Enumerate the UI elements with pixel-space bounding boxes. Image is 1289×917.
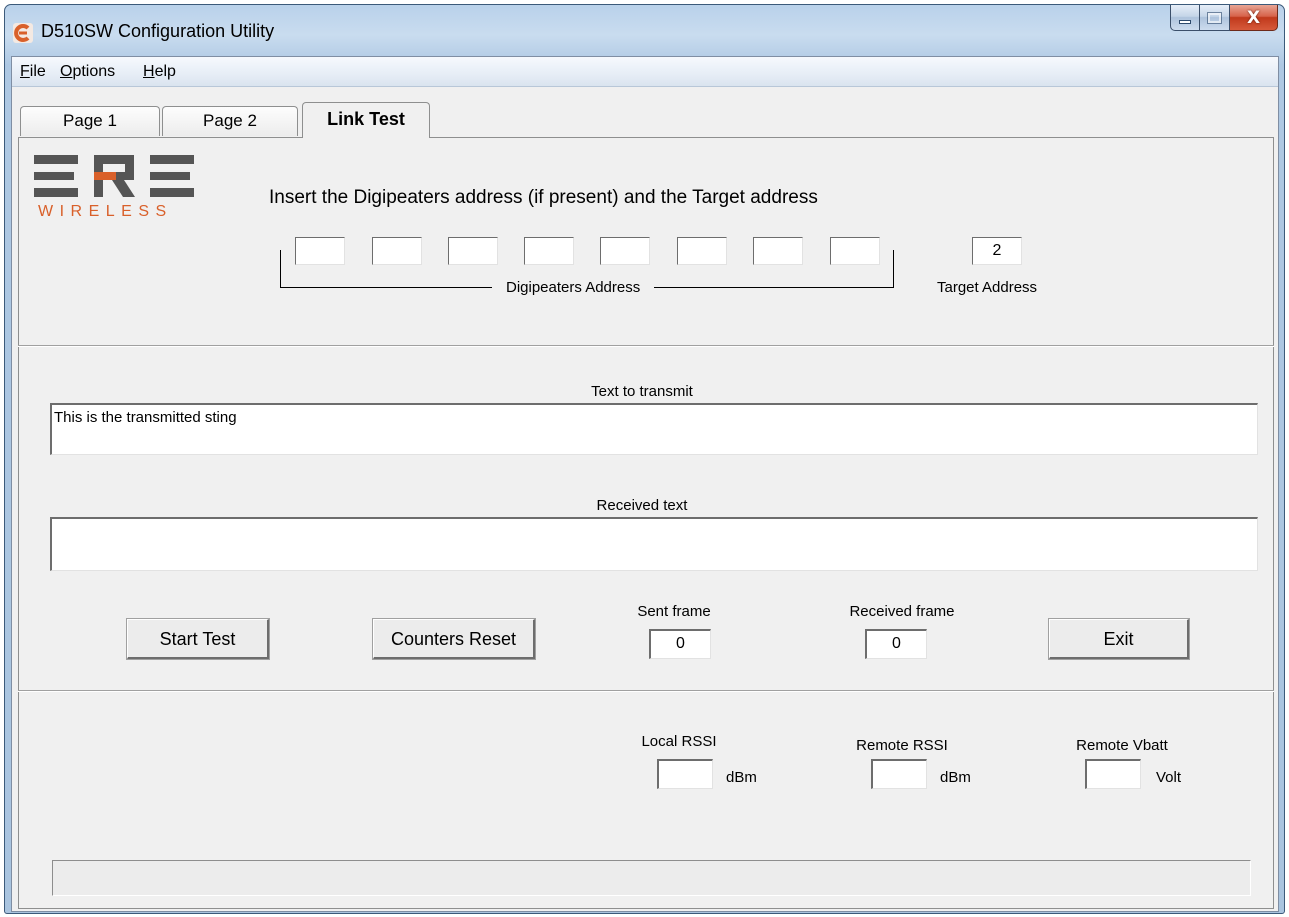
close-button[interactable]: X xyxy=(1230,5,1278,31)
title-bar[interactable]: D510SW Configuration Utility X xyxy=(5,5,1284,59)
tab-link-test[interactable]: Link Test xyxy=(302,102,430,138)
remote-rssi-value xyxy=(871,759,927,789)
digipeater-address-6[interactable] xyxy=(677,237,727,265)
minimize-button[interactable] xyxy=(1170,5,1200,31)
remote-rssi-label: Remote RSSI xyxy=(856,737,948,754)
maximize-icon xyxy=(1207,11,1222,24)
remote-rssi-unit: dBm xyxy=(940,769,971,786)
ere-logo-mark xyxy=(34,155,194,197)
digipeater-address-5[interactable] xyxy=(600,237,650,265)
ere-wireless-logo: WIRELESS xyxy=(34,153,214,233)
target-address-input[interactable]: 2 xyxy=(972,237,1022,265)
target-address-label: Target Address xyxy=(937,279,1038,296)
menu-help-mnemonic: H xyxy=(143,63,155,80)
transmit-label: Text to transmit xyxy=(591,383,693,400)
menu-options-mnemonic: O xyxy=(60,63,73,80)
tab-page-2[interactable]: Page 2 xyxy=(162,106,298,136)
remote-vbatt-label: Remote Vbatt xyxy=(1076,737,1168,754)
menu-help-label: elp xyxy=(154,63,176,80)
section-divider xyxy=(18,345,1274,347)
minimize-icon xyxy=(1179,19,1191,24)
menu-file-mnemonic: F xyxy=(20,63,30,80)
menu-options-label: ptions xyxy=(72,63,116,80)
digipeater-address-7[interactable] xyxy=(753,237,803,265)
logo-subtitle: WIRELESS xyxy=(38,203,173,220)
exit-button[interactable]: Exit xyxy=(1048,618,1190,660)
address-instruction: Insert the Digipeaters address (if prese… xyxy=(269,187,818,208)
window-controls: X xyxy=(1170,5,1278,32)
local-rssi-unit: dBm xyxy=(726,769,757,786)
window-title: D510SW Configuration Utility xyxy=(41,21,275,41)
app-window: D510SW Configuration Utility X File Opti… xyxy=(4,4,1285,914)
section-divider xyxy=(18,690,1274,692)
digipeater-address-2[interactable] xyxy=(372,237,422,265)
digipeaters-address-label: Digipeaters Address xyxy=(492,279,655,296)
menu-bar: File Options Help xyxy=(12,57,1278,87)
menu-file[interactable]: File xyxy=(20,63,46,81)
received-label: Received text xyxy=(596,497,688,514)
menu-file-label: ile xyxy=(29,63,46,80)
tab-page-1[interactable]: Page 1 xyxy=(20,106,160,136)
transmit-text-input[interactable]: This is the transmitted sting xyxy=(50,403,1258,455)
sent-frame-label: Sent frame xyxy=(637,603,711,620)
menu-help[interactable]: Help xyxy=(143,63,176,81)
digipeater-address-4[interactable] xyxy=(524,237,574,265)
close-icon: X xyxy=(1246,7,1261,28)
digipeater-address-1[interactable] xyxy=(295,237,345,265)
menu-options[interactable]: Options xyxy=(60,63,115,81)
remote-vbatt-value xyxy=(1085,759,1141,789)
client-area: File Options Help Page 1 Page 2 Link Tes… xyxy=(11,56,1279,912)
start-test-button[interactable]: Start Test xyxy=(126,618,270,660)
app-logo-icon xyxy=(13,23,33,43)
local-rssi-label: Local RSSI xyxy=(641,733,717,750)
remote-vbatt-unit: Volt xyxy=(1156,769,1182,786)
status-bar xyxy=(52,860,1251,896)
received-frame-counter: 0 xyxy=(865,629,927,659)
maximize-button[interactable] xyxy=(1200,5,1230,31)
tab-strip: Page 1 Page 2 Link Test xyxy=(12,88,1278,138)
digipeater-address-8[interactable] xyxy=(830,237,880,265)
sent-frame-counter: 0 xyxy=(649,629,711,659)
counters-reset-button[interactable]: Counters Reset xyxy=(372,618,536,660)
received-text-output[interactable] xyxy=(50,517,1258,571)
local-rssi-value xyxy=(657,759,713,789)
received-frame-label: Received frame xyxy=(849,603,955,620)
digipeater-address-3[interactable] xyxy=(448,237,498,265)
